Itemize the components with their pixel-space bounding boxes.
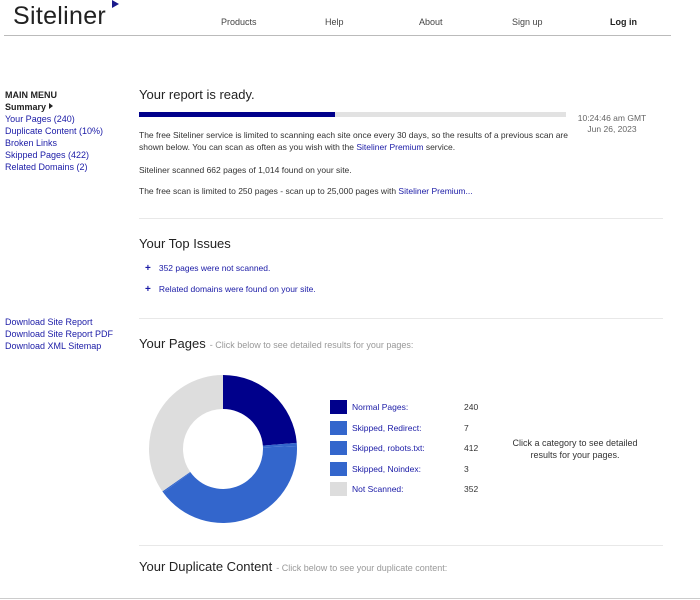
logo-triangle-icon bbox=[112, 0, 119, 8]
header-divider bbox=[4, 35, 671, 36]
report-time: 10:24:46 am GMT bbox=[577, 113, 647, 123]
duplicate-title: Your Duplicate Content bbox=[139, 559, 273, 574]
your-pages-title: Your Pages bbox=[139, 336, 206, 351]
legend-row-not-scanned[interactable]: Not Scanned: 352 bbox=[330, 482, 490, 496]
download-site-report[interactable]: Download Site Report bbox=[5, 316, 135, 328]
legend-value: 240 bbox=[464, 402, 479, 412]
legend-label: Skipped, Redirect: bbox=[352, 422, 422, 433]
legend-row-normal-pages[interactable]: Normal Pages: 240 bbox=[330, 400, 490, 414]
plus-icon: + bbox=[145, 263, 151, 274]
download-site-report-pdf[interactable]: Download Site Report PDF bbox=[5, 328, 135, 340]
menu-duplicate-content[interactable]: Duplicate Content (10%) bbox=[5, 125, 125, 137]
scan-progress-fill bbox=[139, 112, 336, 117]
scan-progress-bar bbox=[139, 112, 566, 117]
menu-skipped-pages[interactable]: Skipped Pages (422) bbox=[5, 149, 125, 161]
report-timestamp: 10:24:46 am GMT Jun 26, 2023 bbox=[570, 113, 654, 135]
legend-value: 3 bbox=[464, 463, 469, 474]
pages-donut-chart[interactable] bbox=[148, 374, 298, 524]
nav-sign-up[interactable]: Sign up bbox=[512, 17, 543, 27]
legend-label: Skipped, Noindex: bbox=[352, 463, 421, 474]
download-xml-sitemap[interactable]: Download XML Sitemap bbox=[5, 340, 135, 352]
footer-divider bbox=[0, 598, 700, 599]
donut-slice-not-scanned[interactable] bbox=[149, 375, 223, 492]
report-title: Your report is ready. bbox=[139, 87, 255, 102]
header: Siteliner Products Help About Sign up Lo… bbox=[0, 0, 700, 36]
legend-row-skipped-robots[interactable]: Skipped, robots.txt: 412 bbox=[330, 441, 490, 455]
siteliner-premium-link-2[interactable]: Siteliner Premium... bbox=[398, 186, 472, 196]
siteliner-logo[interactable]: Siteliner bbox=[13, 2, 106, 31]
siteliner-premium-link[interactable]: Siteliner Premium bbox=[356, 142, 423, 152]
duplicate-heading: Your Duplicate Content - Click below to s… bbox=[139, 559, 447, 574]
legend-label: Normal Pages: bbox=[352, 402, 409, 412]
legend-value: 7 bbox=[464, 422, 469, 433]
menu-summary[interactable]: Summary bbox=[5, 101, 125, 113]
donut-slice-normal-pages[interactable] bbox=[223, 375, 297, 446]
legend-swatch bbox=[330, 420, 347, 435]
legend-swatch bbox=[330, 482, 347, 496]
scan-limit-notice: The free scan is limited to 250 pages - … bbox=[139, 186, 569, 198]
legend-row-skipped-noindex[interactable]: Skipped, Noindex: 3 bbox=[330, 461, 490, 476]
triangle-right-icon bbox=[49, 103, 54, 109]
legend-swatch bbox=[330, 461, 347, 476]
legend-swatch bbox=[330, 441, 347, 455]
free-service-notice: The free Siteliner service is limited to… bbox=[139, 130, 569, 153]
section-divider bbox=[139, 218, 663, 219]
chart-hint: Click a category to see detailed results… bbox=[512, 438, 638, 460]
download-links: Download Site Report Download Site Repor… bbox=[5, 316, 135, 352]
nav-about[interactable]: About bbox=[419, 17, 443, 27]
issue-item[interactable]: + Related domains were found on your site… bbox=[145, 284, 316, 295]
issue-label: Related domains were found on your site. bbox=[158, 284, 316, 294]
your-pages-subtitle: - Click below to see detailed results fo… bbox=[209, 340, 414, 350]
plus-icon: + bbox=[145, 284, 151, 295]
your-pages-heading: Your Pages - Click below to see detailed … bbox=[139, 336, 413, 351]
scan-limit-text: The free scan is limited to 250 pages - … bbox=[139, 186, 397, 196]
main-menu: MAIN MENU Summary Your Pages (240) Dupli… bbox=[5, 89, 125, 173]
top-issues-title: Your Top Issues bbox=[139, 236, 231, 251]
free-service-text: The free Siteliner service is limited to… bbox=[139, 130, 568, 152]
nav-products[interactable]: Products bbox=[221, 17, 257, 27]
free-service-text-end: service. bbox=[425, 141, 456, 152]
menu-your-pages[interactable]: Your Pages (240) bbox=[5, 113, 125, 125]
issue-item[interactable]: +352 pages were not scanned. bbox=[145, 263, 270, 274]
menu-related-domains[interactable]: Related Domains (2) bbox=[5, 161, 125, 173]
report-date: Jun 26, 2023 bbox=[587, 124, 637, 134]
duplicate-subtitle: - Click below to see your duplicate cont… bbox=[276, 563, 448, 573]
main-menu-title: MAIN MENU bbox=[5, 90, 57, 100]
scan-count-text: Siteliner scanned 662 pages of 1,014 fou… bbox=[139, 165, 352, 175]
legend-value: 352 bbox=[464, 484, 479, 494]
legend-row-skipped-redirect[interactable]: Skipped, Redirect: 7 bbox=[330, 420, 490, 435]
legend-label: Skipped, robots.txt: bbox=[352, 443, 425, 453]
nav-help[interactable]: Help bbox=[325, 17, 344, 27]
legend-label: Not Scanned: bbox=[352, 484, 404, 494]
legend-value: 412 bbox=[464, 443, 479, 453]
section-divider bbox=[139, 318, 663, 319]
issue-label: 352 pages were not scanned. bbox=[158, 263, 271, 273]
menu-summary-label: Summary bbox=[5, 102, 47, 112]
section-divider bbox=[139, 545, 663, 546]
nav-log-in[interactable]: Log in bbox=[610, 17, 637, 27]
menu-broken-links[interactable]: Broken Links bbox=[5, 137, 125, 149]
legend-swatch bbox=[330, 400, 347, 414]
